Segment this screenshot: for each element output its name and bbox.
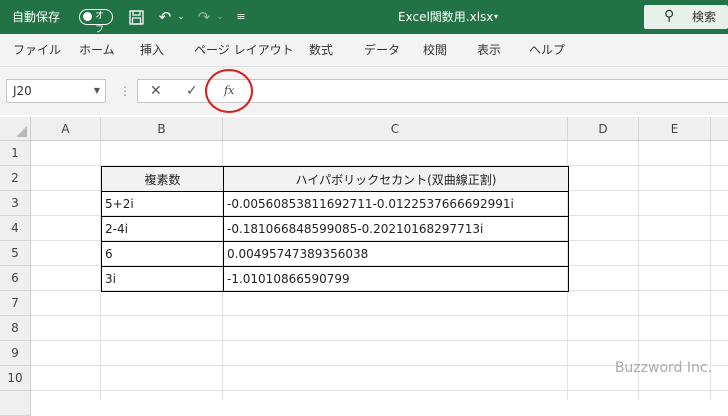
row-header-5[interactable]: 5 bbox=[0, 241, 31, 266]
cell-c6[interactable]: -1.01010866590799 bbox=[223, 266, 569, 292]
name-box-dropdown-icon[interactable]: ▼ bbox=[94, 80, 100, 102]
cell-c3[interactable]: -0.00560853811692711-0.0122537666692991i bbox=[223, 191, 569, 217]
row-header-7[interactable]: 7 bbox=[0, 291, 31, 316]
toggle-knob bbox=[83, 12, 92, 21]
row-header-4[interactable]: 4 bbox=[0, 216, 31, 241]
row-header-11[interactable] bbox=[0, 391, 31, 416]
cell-b3[interactable]: 5+2i bbox=[101, 191, 224, 217]
cell-c4[interactable]: -0.181066848599085-0.20210168297713i bbox=[223, 216, 569, 242]
tab-view[interactable]: 表示 bbox=[477, 34, 501, 66]
row-header-8[interactable]: 8 bbox=[0, 316, 31, 341]
name-box[interactable]: J20 ▼ bbox=[6, 79, 106, 103]
row-header-3[interactable]: 3 bbox=[0, 191, 31, 216]
table-row: 5+2i -0.00560853811692711-0.012253766669… bbox=[101, 191, 569, 217]
autosave-label: 自動保存 bbox=[12, 10, 61, 24]
table-row: 6 0.00495747389356038 bbox=[101, 241, 569, 267]
formula-bar-grip-icon[interactable]: ⋮ bbox=[119, 83, 131, 99]
cell-c5[interactable]: 0.00495747389356038 bbox=[223, 241, 569, 267]
cell-b5[interactable]: 6 bbox=[101, 241, 224, 267]
header-cell-c2[interactable]: ハイパボリックセカント(双曲線正割) bbox=[223, 166, 569, 192]
cancel-icon[interactable]: ✕ bbox=[150, 80, 162, 102]
gridline bbox=[31, 315, 728, 316]
ribbon-tabs: ファイル ホーム 挿入 ページ レイアウト 数式 データ 校閲 表示 ヘルプ bbox=[0, 34, 728, 67]
gridline bbox=[31, 390, 728, 391]
tab-page-layout[interactable]: ページ レイアウト bbox=[194, 34, 294, 66]
search-box[interactable]: ⚲ 検索 bbox=[644, 5, 728, 29]
redo-dropdown-icon[interactable]: ⌄ bbox=[215, 0, 225, 34]
title-bar: 自動保存 オフ ↶ ⌄ ↷ ⌄ ≡ Excel関数用.xlsx ▾ ⚲ 検索 bbox=[0, 0, 728, 35]
save-icon[interactable] bbox=[126, 0, 146, 34]
table-row: 3i -1.01010866590799 bbox=[101, 266, 569, 292]
tab-home[interactable]: ホーム bbox=[79, 34, 115, 66]
tab-formulas[interactable]: 数式 bbox=[309, 34, 333, 66]
column-header-d[interactable]: D bbox=[568, 117, 639, 141]
autosave-state: オフ bbox=[95, 11, 105, 35]
data-table: 複素数 ハイパボリックセカント(双曲線正割) 5+2i -0.005608538… bbox=[101, 166, 569, 292]
tab-file[interactable]: ファイル bbox=[13, 34, 61, 66]
row-header-10[interactable]: 10 bbox=[0, 366, 31, 391]
tab-data[interactable]: データ bbox=[364, 34, 400, 66]
row-header-9[interactable]: 9 bbox=[0, 341, 31, 366]
table-row: 2-4i -0.181066848599085-0.20210168297713… bbox=[101, 216, 569, 242]
file-name: Excel関数用.xlsx bbox=[398, 10, 494, 24]
tab-help[interactable]: ヘルプ bbox=[529, 34, 565, 66]
row-header-1[interactable]: 1 bbox=[0, 141, 31, 166]
undo-dropdown-icon[interactable]: ⌄ bbox=[176, 0, 186, 34]
search-label: 検索 bbox=[692, 10, 717, 24]
row-header-6[interactable]: 6 bbox=[0, 266, 31, 291]
tab-insert[interactable]: 挿入 bbox=[140, 34, 164, 66]
column-header-a[interactable]: A bbox=[31, 117, 101, 141]
column-header-e[interactable]: E bbox=[639, 117, 711, 141]
table-header-row: 複素数 ハイパボリックセカント(双曲線正割) bbox=[101, 166, 569, 192]
search-icon: ⚲ bbox=[664, 8, 675, 24]
gridline bbox=[31, 340, 728, 341]
cell-b4[interactable]: 2-4i bbox=[101, 216, 224, 242]
enter-icon[interactable]: ✓ bbox=[186, 80, 198, 102]
formula-bar-area: J20 ▼ ⋮ ✕ ✓ fx bbox=[0, 67, 728, 115]
filename-dropdown-icon[interactable]: ▾ bbox=[494, 0, 498, 34]
header-cell-b2[interactable]: 複素数 bbox=[101, 166, 224, 192]
tab-review[interactable]: 校閲 bbox=[423, 34, 447, 66]
select-all-button[interactable] bbox=[0, 117, 31, 141]
redo-icon[interactable]: ↷ bbox=[194, 0, 214, 34]
column-header-c[interactable]: C bbox=[223, 117, 568, 141]
select-all-icon bbox=[16, 126, 27, 137]
name-box-value: J20 bbox=[13, 84, 32, 98]
watermark: Buzzword Inc. bbox=[614, 360, 712, 376]
customize-qat-icon[interactable]: ≡ bbox=[234, 0, 248, 34]
column-header-b[interactable]: B bbox=[101, 117, 223, 141]
highlight-circle bbox=[205, 69, 253, 113]
column-header-f[interactable] bbox=[711, 117, 728, 141]
undo-icon[interactable]: ↶ bbox=[155, 0, 175, 34]
row-header-2[interactable]: 2 bbox=[0, 166, 31, 191]
worksheet-grid[interactable]: A B C D E 1 2 3 4 5 6 7 8 9 10 複素数 ハイパボリ… bbox=[0, 117, 728, 416]
autosave-toggle[interactable]: オフ bbox=[79, 9, 113, 35]
cell-b6[interactable]: 3i bbox=[101, 266, 224, 292]
